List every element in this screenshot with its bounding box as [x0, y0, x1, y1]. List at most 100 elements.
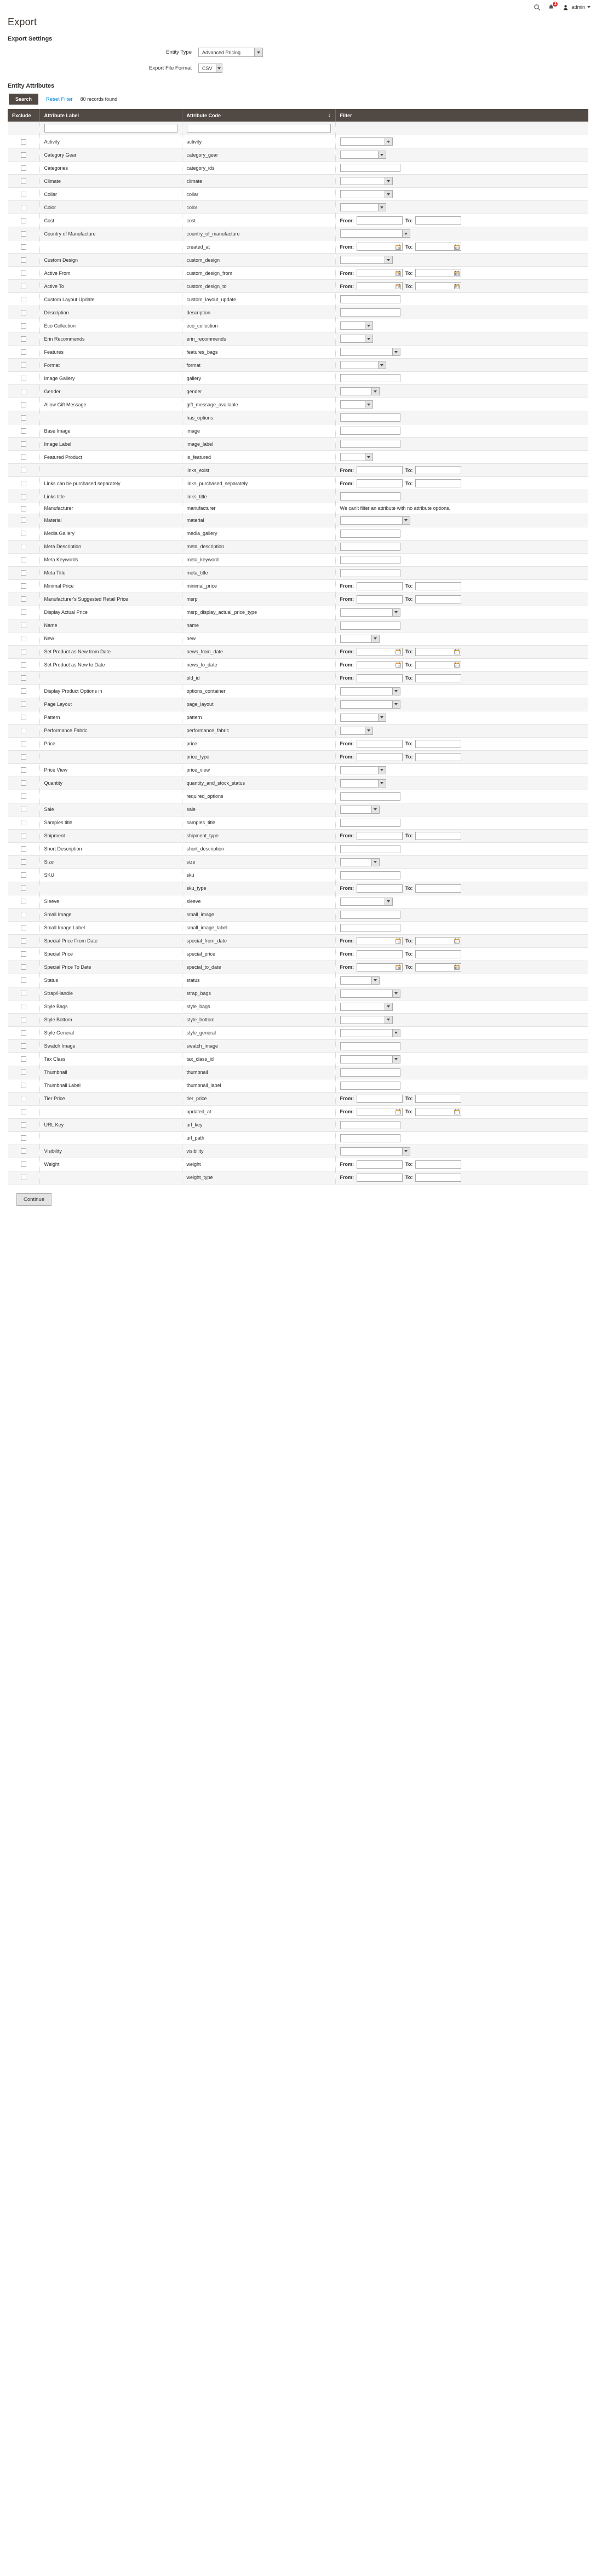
table-row[interactable]: Sleeve sleeve: [8, 895, 588, 909]
exclude-checkbox-image_label[interactable]: [20, 441, 26, 447]
table-row[interactable]: Display Actual Price msrp_display_actual_…: [8, 606, 588, 619]
filter-select-format[interactable]: [340, 361, 386, 369]
exclude-checkbox-custom_design_to[interactable]: [20, 283, 26, 289]
filter-to-shipment_type[interactable]: [415, 831, 462, 840]
filter-from-date-updated_at[interactable]: [357, 1107, 403, 1116]
table-row[interactable]: Erin Recommends erin_recommends: [8, 332, 588, 346]
table-row[interactable]: url_path: [8, 1131, 588, 1145]
table-row[interactable]: Style Bottom style_bottom: [8, 1013, 588, 1027]
filter-text-swatch_image[interactable]: [340, 1042, 400, 1050]
calendar-icon[interactable]: [454, 284, 460, 289]
filter-select-country_of_manufacture[interactable]: [340, 229, 410, 238]
exclude-checkbox-gender[interactable]: [20, 388, 26, 394]
filter-from-minimal_price[interactable]: [357, 582, 403, 590]
table-row[interactable]: Performance Fabric performance_fabric: [8, 724, 588, 738]
filter-text-meta_keyword[interactable]: [340, 555, 400, 564]
exclude-checkbox-collar[interactable]: [20, 191, 26, 197]
table-row[interactable]: Sale sale: [8, 803, 588, 817]
exclude-checkbox-sku[interactable]: [20, 872, 26, 878]
filter-text-thumbnail_label[interactable]: [340, 1081, 400, 1090]
exclude-checkbox-is_featured[interactable]: [20, 454, 26, 460]
filter-text-short_description[interactable]: [340, 844, 400, 853]
filter-text-meta_title[interactable]: [340, 568, 400, 577]
table-row[interactable]: has_options: [8, 411, 588, 424]
exclude-checkbox-custom_layout_update[interactable]: [20, 296, 26, 302]
exclude-checkbox-msrp[interactable]: [20, 596, 26, 602]
table-row[interactable]: Links can be purchased separately links_p…: [8, 476, 588, 490]
exclude-checkbox-old_id[interactable]: [20, 675, 26, 681]
table-row[interactable]: Image Label image_label: [8, 437, 588, 451]
filter-to-sku_type[interactable]: [415, 884, 462, 893]
filter-from-price[interactable]: [357, 739, 403, 748]
calendar-icon[interactable]: [454, 938, 460, 944]
filter-select-msrp_display_actual_price_type[interactable]: [340, 608, 400, 617]
table-row[interactable]: Set Product as New from Date news_from_da…: [8, 645, 588, 659]
filter-text-links_title[interactable]: [340, 492, 400, 501]
filter-select-activity[interactable]: [340, 137, 393, 146]
filter-select-style_general[interactable]: [340, 1028, 400, 1037]
exclude-checkbox-news_to_date[interactable]: [20, 662, 26, 668]
filter-select-is_featured[interactable]: [340, 453, 373, 461]
table-row[interactable]: Small Image Label small_image_label: [8, 921, 588, 935]
table-row[interactable]: Base Image image: [8, 424, 588, 438]
exclude-checkbox-news_from_date[interactable]: [20, 649, 26, 655]
calendar-icon[interactable]: [454, 662, 460, 668]
exclude-checkbox-price_view[interactable]: [20, 767, 26, 773]
exclude-checkbox-url_path[interactable]: [20, 1135, 26, 1141]
table-row[interactable]: Special Price special_price From: To:: [8, 947, 588, 961]
table-row[interactable]: Description description: [8, 306, 588, 319]
filter-text-description[interactable]: [340, 308, 400, 317]
table-row[interactable]: Features features_bags: [8, 345, 588, 359]
table-row[interactable]: Meta Keywords meta_keyword: [8, 553, 588, 567]
filter-to-old_id[interactable]: [415, 674, 462, 682]
filter-select-climate[interactable]: [340, 177, 393, 185]
exclude-checkbox-meta_description[interactable]: [20, 544, 26, 550]
exclude-checkbox-pattern[interactable]: [20, 715, 26, 721]
exclude-checkbox-special_to_date[interactable]: [20, 964, 26, 970]
table-row[interactable]: Shipment shipment_type From: To:: [8, 829, 588, 843]
filter-text-sku[interactable]: [340, 871, 400, 879]
exclude-checkbox-options_container[interactable]: [20, 688, 26, 694]
table-row[interactable]: Media Gallery media_gallery: [8, 527, 588, 540]
table-row[interactable]: Links title links_title: [8, 490, 588, 503]
table-row[interactable]: Style Bags style_bags: [8, 1000, 588, 1014]
filter-select-style_bags[interactable]: [340, 1002, 393, 1011]
filter-text-thumbnail[interactable]: [340, 1068, 400, 1077]
exclude-checkbox-style_bags[interactable]: [20, 1004, 26, 1010]
calendar-icon[interactable]: [454, 244, 460, 250]
calendar-icon[interactable]: [396, 284, 401, 289]
table-row[interactable]: Visibility visibility: [8, 1145, 588, 1158]
table-row[interactable]: Custom Design custom_design: [8, 253, 588, 267]
calendar-icon[interactable]: [454, 271, 460, 276]
exclude-checkbox-category_gear[interactable]: [20, 152, 26, 158]
filter-to-date-updated_at[interactable]: [415, 1107, 462, 1116]
table-row[interactable]: Page Layout page_layout: [8, 698, 588, 711]
filter-from-cost[interactable]: [357, 216, 403, 225]
column-header-exclude[interactable]: Exclude: [8, 109, 40, 122]
table-row[interactable]: Size size: [8, 855, 588, 869]
exclude-checkbox-gallery[interactable]: [20, 375, 26, 381]
table-row[interactable]: price_type From: To:: [8, 750, 588, 764]
exclude-checkbox-meta_keyword[interactable]: [20, 557, 26, 563]
filter-to-date-special_to_date[interactable]: [415, 963, 462, 971]
exclude-checkbox-price[interactable]: [20, 741, 26, 747]
exclude-checkbox-special_from_date[interactable]: [20, 938, 26, 944]
filter-select-quantity_and_stock_status[interactable]: [340, 779, 386, 787]
exclude-checkbox-small_image[interactable]: [20, 912, 26, 918]
table-row[interactable]: Category Gear category_gear: [8, 148, 588, 162]
exclude-checkbox-gift_message_available[interactable]: [20, 401, 26, 407]
filter-from-date-special_from_date[interactable]: [357, 936, 403, 945]
exclude-checkbox-required_options[interactable]: [20, 794, 26, 800]
filter-from-msrp[interactable]: [357, 595, 403, 603]
exclude-checkbox-climate[interactable]: [20, 178, 26, 184]
table-row[interactable]: Set Product as New to Date news_to_date Fr…: [8, 658, 588, 672]
exclude-checkbox-links_exist[interactable]: [20, 467, 26, 473]
table-row[interactable]: sku_type From: To:: [8, 882, 588, 895]
admin-user-menu[interactable]: admin: [561, 3, 591, 11]
filter-select-eco_collection[interactable]: [340, 321, 373, 330]
exclude-checkbox-country_of_manufacture[interactable]: [20, 231, 26, 237]
table-row[interactable]: Special Price From Date special_from_date…: [8, 934, 588, 948]
table-row[interactable]: Swatch Image swatch_image: [8, 1039, 588, 1053]
column-header-attribute-code[interactable]: Attribute Code ↓: [182, 109, 336, 122]
entity-type-select[interactable]: Advanced Pricing: [198, 48, 263, 57]
